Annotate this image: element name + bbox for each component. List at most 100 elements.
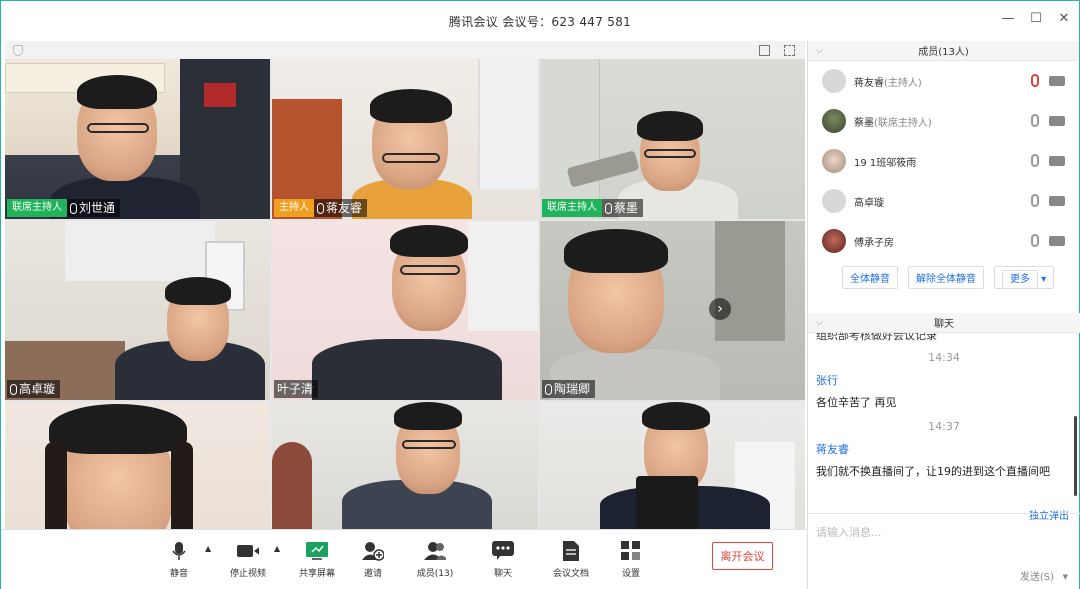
chat-messages: 组织部考核做好会议记录 14:34 张行 各位辛苦了 再见 14:37 蒋友睿 …	[808, 333, 1080, 511]
settings-label: 设置	[621, 569, 640, 579]
participant-name: 高卓璇	[19, 382, 56, 396]
unmute-all-button[interactable]: 解除全体静音	[908, 266, 984, 289]
phone	[636, 476, 698, 533]
mic-muted-icon[interactable]	[1031, 74, 1039, 87]
video-tile[interactable]	[272, 402, 538, 533]
video-tile[interactable]: 联席主持人 蔡墨	[540, 59, 805, 219]
member-row[interactable]: 19 1班邬筱雨	[808, 141, 1079, 181]
person-hair	[642, 402, 710, 430]
send-options-caret[interactable]: ▼	[1063, 573, 1068, 581]
chat-input-placeholder: 请输入消息...	[816, 526, 882, 539]
mic-icon[interactable]	[1031, 194, 1039, 207]
participant-name: 叶子清	[277, 382, 314, 396]
avatar	[822, 189, 846, 213]
members-header-title: 成员(13人)	[918, 47, 969, 58]
chat-icon	[492, 540, 514, 562]
chat-message-partial: 组织部考核做好会议记录	[816, 333, 937, 342]
member-row[interactable]: 蒋友睿(主持人)	[808, 61, 1079, 101]
member-name: 高卓璇	[854, 197, 884, 209]
share-screen-icon	[306, 540, 328, 562]
chevron-down-icon[interactable]: ⌵	[816, 46, 823, 56]
person-hair	[564, 229, 668, 273]
mute-all-button[interactable]: 全体静音	[842, 266, 898, 289]
participant-tag: 陶瑞卿	[542, 380, 596, 398]
person-hair	[49, 404, 187, 454]
chat-sender[interactable]: 张行	[816, 372, 1072, 388]
video-tile[interactable]	[540, 402, 805, 533]
participant-name: 蔡墨	[614, 201, 639, 215]
role-badge: 联席主持人	[7, 199, 67, 217]
mic-icon[interactable]	[1031, 154, 1039, 167]
video-area: 联席主持人 刘世通 主持人 蒋友睿 联席主持人 蔡墨 高卓璇 叶子清 › 陶瑞卿	[5, 41, 805, 533]
mute-label: 静音	[169, 569, 188, 579]
camera-icon[interactable]	[1049, 156, 1065, 166]
camera-icon[interactable]	[1049, 76, 1065, 86]
chevron-down-icon[interactable]: ⌵	[816, 318, 823, 328]
settings-button[interactable]: 设置	[601, 540, 661, 579]
camera-icon[interactable]	[1049, 116, 1065, 126]
close-icon[interactable]: ✕	[1057, 11, 1071, 26]
maximize-icon[interactable]: ☐	[1029, 11, 1043, 26]
leave-meeting-button[interactable]: 离开会议	[712, 542, 773, 570]
video-options-caret[interactable]: ▲	[274, 544, 280, 553]
share-screen-button[interactable]: 共享屏幕	[287, 540, 347, 579]
mic-icon[interactable]	[1031, 114, 1039, 127]
mute-options-caret[interactable]: ▲	[205, 544, 211, 553]
mute-button[interactable]: 静音	[149, 540, 209, 579]
chat-scrollbar[interactable]	[1074, 416, 1077, 496]
security-shield-icon[interactable]	[13, 44, 23, 56]
members-icon	[424, 540, 446, 562]
more-button[interactable]: 更多 ▾	[994, 266, 1055, 289]
member-row[interactable]: 蔡墨(联席主持人)	[808, 101, 1079, 141]
person-body	[312, 339, 502, 400]
glasses	[87, 123, 149, 133]
invite-button[interactable]: 邀请	[343, 540, 403, 579]
mic-icon	[70, 202, 77, 214]
fullscreen-icon[interactable]	[784, 44, 795, 56]
stop-video-button[interactable]: 停止视频	[218, 540, 278, 579]
video-tile[interactable]	[5, 402, 270, 533]
chat-message-text: 我们就不换直播间了，让19的进到这个直播间吧	[816, 465, 1050, 478]
video-tile[interactable]: › 陶瑞卿	[540, 221, 805, 400]
members-header[interactable]: ⌵ 成员(13人)	[808, 41, 1079, 61]
chat-sender[interactable]: 蒋友睿	[816, 441, 1072, 457]
video-tile[interactable]: 叶子清	[272, 221, 538, 400]
chat-input[interactable]: 请输入消息... 发送(S) ▼	[808, 513, 1080, 589]
meeting-docs-button[interactable]: 会议文档	[541, 540, 601, 579]
person-hair	[370, 89, 452, 123]
person-hair	[394, 402, 462, 430]
mic-icon	[605, 202, 612, 214]
video-grid: 联席主持人 刘世通 主持人 蒋友睿 联席主持人 蔡墨 高卓璇 叶子清 › 陶瑞卿	[5, 59, 805, 533]
meeting-docs-label: 会议文档	[552, 569, 589, 579]
chat-header-title: 聊天	[934, 319, 954, 330]
camera-icon[interactable]	[1049, 236, 1065, 246]
participant-tag: 主持人 蒋友睿	[274, 199, 368, 217]
member-row[interactable]: 高卓璇	[808, 181, 1079, 221]
member-row[interactable]: 傅承子房	[808, 221, 1079, 261]
avatar	[822, 69, 846, 93]
person-hair	[390, 225, 468, 257]
chat-button[interactable]: 聊天	[473, 540, 533, 579]
chat-message-text: 各位辛苦了 再见	[816, 396, 897, 409]
members-label: 成员(13)	[416, 569, 454, 579]
video-tile[interactable]: 高卓璇	[5, 221, 270, 400]
next-page-button[interactable]: ›	[709, 298, 731, 320]
members-button[interactable]: 成员(13)	[405, 540, 465, 579]
person-hair	[77, 75, 157, 109]
layout-icon[interactable]	[759, 44, 770, 56]
member-name: 19 1班邬筱雨	[854, 157, 917, 169]
role-badge: 联席主持人	[542, 199, 602, 217]
video-camera-icon	[237, 540, 259, 562]
settings-grid-icon	[620, 540, 642, 562]
camera-icon[interactable]	[1049, 196, 1065, 206]
chat-header[interactable]: ⌵ 聊天	[808, 313, 1080, 333]
participant-name: 蒋友睿	[326, 201, 363, 215]
minimize-icon[interactable]: —	[1001, 11, 1015, 26]
mic-icon[interactable]	[1031, 234, 1039, 247]
video-tile[interactable]: 联席主持人 刘世通	[5, 59, 270, 219]
member-name: 傅承子房	[854, 237, 894, 249]
participant-tag: 联席主持人 刘世通	[7, 199, 121, 217]
send-button[interactable]: 发送(S)	[1020, 568, 1054, 583]
video-tile[interactable]: 主持人 蒋友睿	[272, 59, 538, 219]
mic-icon	[545, 383, 552, 395]
